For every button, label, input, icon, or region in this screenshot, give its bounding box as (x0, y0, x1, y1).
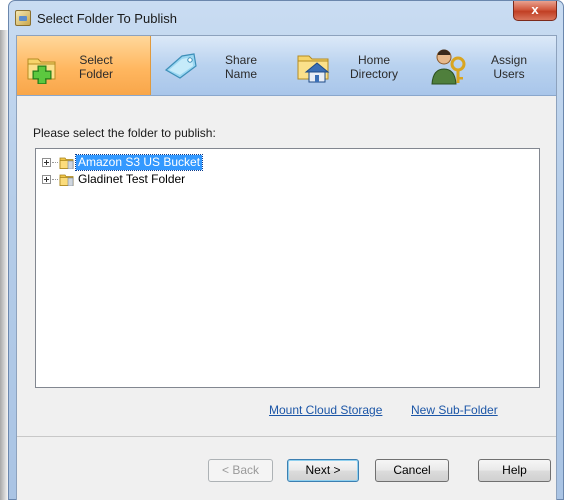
step-label: Home Directory (349, 53, 398, 81)
dialog-window: Select Folder To Publish x SelectFolder (8, 0, 564, 500)
folder-add-icon (27, 58, 56, 84)
step-assign-users[interactable]: Assign Users (422, 36, 556, 95)
folder-tree[interactable]: Amazon S3 US Bucket Gladinet Test Folder (35, 148, 540, 388)
next-button[interactable]: Next > (287, 459, 359, 482)
tag-icon (164, 53, 197, 79)
tree-node-label[interactable]: Amazon S3 US Bucket (74, 154, 204, 171)
divider (17, 436, 556, 437)
expand-icon[interactable] (42, 158, 51, 167)
background-window-edge (0, 30, 8, 500)
app-icon (15, 10, 31, 26)
expand-icon[interactable] (42, 175, 51, 184)
dialog-client: Select Folder Share Name Home Directory … (16, 35, 557, 500)
cancel-button[interactable]: Cancel (375, 459, 449, 482)
step-label: Select Folder (78, 53, 113, 81)
home-folder-icon (297, 55, 330, 83)
users-key-icon (431, 49, 466, 85)
step-home-directory[interactable]: Home Directory (287, 36, 421, 95)
wizard-step-bar: Select Folder Share Name Home Directory … (17, 36, 556, 96)
step-label: Assign Users (490, 53, 528, 81)
instruction-text: Please select the folder to publish: (33, 126, 216, 140)
step-select-folder[interactable]: Select Folder (17, 36, 151, 95)
mount-cloud-storage-link[interactable]: Mount Cloud Storage (269, 403, 382, 417)
title-bar[interactable]: Select Folder To Publish x (9, 1, 563, 35)
new-sub-folder-link[interactable]: New Sub-Folder (411, 403, 498, 417)
step-label: Share Name (224, 53, 258, 81)
step-share-name[interactable]: Share Name (152, 36, 286, 95)
back-button[interactable]: < Back (208, 459, 273, 482)
help-button[interactable]: Help (478, 459, 551, 482)
tree-node-label[interactable]: Gladinet Test Folder (76, 172, 187, 187)
folder-icon (59, 174, 74, 186)
close-button[interactable]: x (513, 1, 557, 21)
folder-icon (59, 157, 74, 169)
window-title: Select Folder To Publish (37, 11, 177, 26)
